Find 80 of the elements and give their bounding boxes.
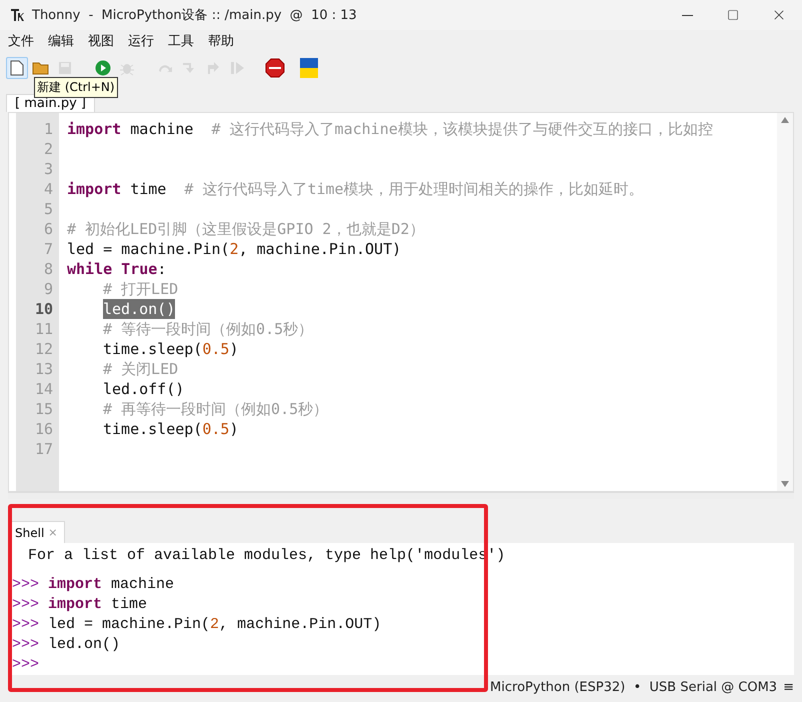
menu-item[interactable]: 工具 [168, 32, 194, 50]
code-text: led = machine.Pin( [67, 239, 230, 259]
shell-prompt: >>> [12, 635, 40, 655]
line-number: 13 [34, 359, 54, 379]
step-out-icon [205, 60, 221, 76]
code-comment: # 打开LED [103, 279, 178, 299]
shell-code: led = machine.Pin( [48, 615, 210, 635]
code-comment: # 初始化LED引脚（这里假设是GPIO 2，也就是D2） [67, 219, 424, 239]
code-text: ) [229, 339, 238, 359]
code-text: machine [129, 119, 194, 139]
folder-icon [32, 61, 50, 75]
toolbar-button[interactable] [6, 57, 28, 79]
line-number: 14 [34, 379, 54, 399]
line-number: 16 [34, 419, 54, 439]
menu-item[interactable]: 帮助 [208, 32, 234, 50]
toolbar-button[interactable] [298, 57, 320, 79]
status-menu[interactable]: ≡ [783, 680, 794, 694]
line-number: 4 [42, 179, 54, 199]
line-number: 9 [42, 279, 54, 299]
code-text: time.sleep( [103, 339, 202, 359]
code-comment: # 关闭LED [103, 359, 178, 379]
line-number: 8 [42, 259, 54, 279]
line-number: 17 [34, 439, 54, 459]
selected-code: led.on() [103, 299, 176, 319]
line-number: 12 [34, 339, 54, 359]
code-comment: # 再等待一段时间（例如0.5秒） [103, 399, 328, 419]
shell-code: machine [110, 575, 174, 595]
toolbar-button[interactable] [264, 57, 286, 79]
resume-icon [229, 60, 245, 76]
shell-prompt: >>> [12, 655, 40, 675]
line-number: 6 [42, 219, 54, 239]
shell-code: 2 [210, 615, 220, 635]
shell-code: , machine.Pin.OUT) [219, 615, 382, 635]
menu-item[interactable]: 运行 [128, 32, 154, 50]
line-number: 5 [42, 199, 54, 219]
line-number: 7 [42, 239, 54, 259]
line-number: 15 [34, 399, 54, 419]
flag-icon [300, 58, 318, 78]
run-icon [95, 60, 111, 76]
line-number: 3 [42, 159, 54, 179]
minimize-icon [682, 14, 692, 16]
menu-item[interactable]: 文件 [8, 32, 34, 50]
scroll-up-icon[interactable] [781, 117, 789, 123]
stop-icon [265, 58, 285, 78]
scroll-down-icon[interactable] [781, 481, 789, 487]
code-text: led.off() [103, 379, 184, 399]
shell-code: led.on() [48, 635, 120, 655]
tooltip: 新建 (Ctrl+N) [34, 77, 118, 98]
shell-code: import [48, 575, 102, 595]
shell-code: import [48, 595, 102, 615]
code-text: : [157, 259, 166, 279]
code-comment: # 这行代码导入了machine模块，该模块提供了与硬件交互的接口，比如控 [212, 119, 713, 139]
code-comment: # 等待一段时间（例如0.5秒） [103, 319, 314, 339]
new-file-icon [10, 60, 24, 76]
code-text: import [67, 179, 122, 199]
menu-item[interactable]: 编辑 [48, 32, 74, 50]
line-number: 2 [42, 139, 54, 159]
code-comment: # 这行代码导入了time模块，用于处理时间相关的操作，比如延时。 [184, 179, 644, 199]
shell-prompt: >>> [12, 575, 40, 595]
maximize-icon [727, 9, 739, 21]
menu-item[interactable]: 视图 [88, 32, 114, 50]
interpreter-status[interactable]: MicroPython (ESP32) • USB Serial @ COM3 [490, 680, 778, 694]
code-text: 0.5 [202, 339, 230, 359]
save-icon [58, 61, 72, 75]
code-text: time [129, 179, 168, 199]
app-logo-icon [10, 8, 24, 22]
window-title: Thonny - MicroPython设备 :: /main.py @ 10 : 13 [32, 7, 358, 24]
code-text: , machine.Pin.OUT) [238, 239, 402, 259]
shell-code: time [110, 595, 148, 615]
code-text: import [67, 119, 122, 139]
shell-prompt: >>> [12, 595, 40, 615]
code-text: 0.5 [202, 419, 230, 439]
line-number: 11 [34, 319, 54, 339]
code-text: 2 [230, 239, 239, 259]
code-text: ) [229, 419, 238, 439]
shell-prompt: >>> [12, 615, 40, 635]
line-number: 1 [42, 119, 54, 139]
code-text: time.sleep( [103, 419, 202, 439]
code-text: while True [67, 259, 158, 279]
line-number: 10 [34, 299, 54, 319]
